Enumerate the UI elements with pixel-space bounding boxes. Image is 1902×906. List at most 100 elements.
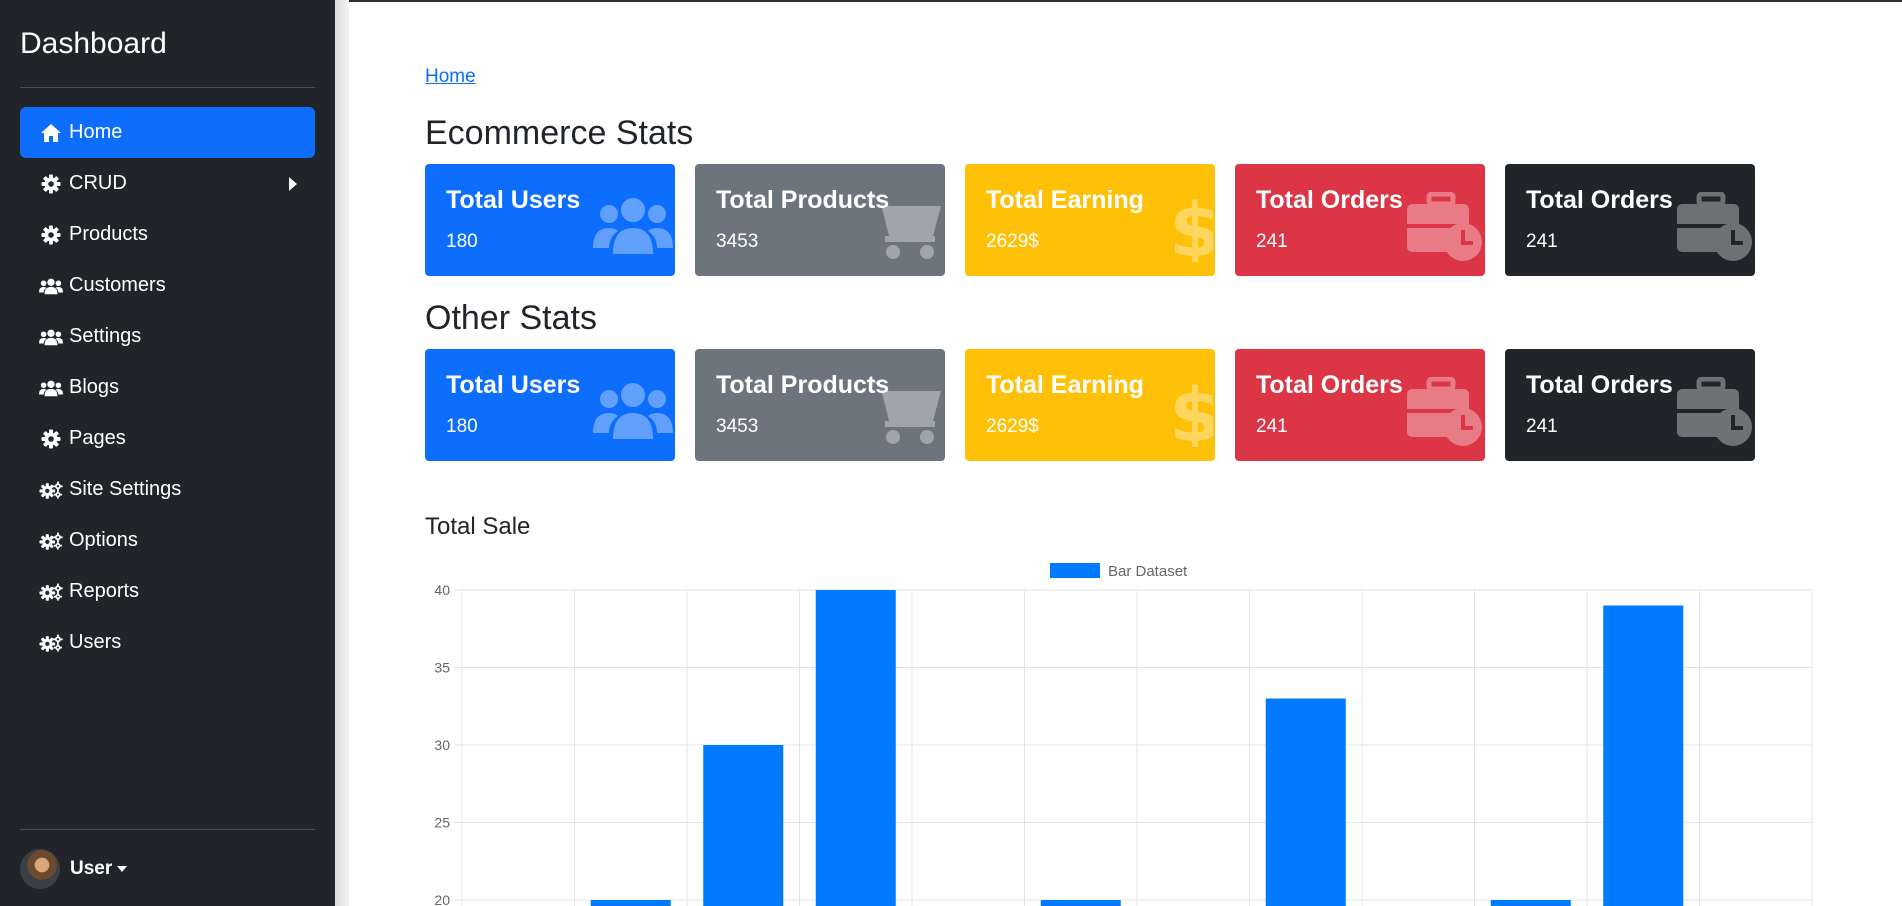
sidebar-item-products[interactable]: Products bbox=[20, 209, 315, 260]
caret-right-icon bbox=[289, 177, 297, 191]
home-icon bbox=[39, 122, 63, 144]
stat-card-total-earning[interactable]: $ Total Earning 2629$ bbox=[965, 349, 1215, 461]
sidebar-item-crud[interactable]: CRUD bbox=[20, 158, 315, 209]
bar bbox=[1040, 900, 1121, 906]
other-stats-title: Other Stats bbox=[425, 299, 597, 337]
sidebar-item-label: Users bbox=[69, 631, 122, 653]
stat-card-total-users[interactable]: Total Users 180 bbox=[425, 164, 675, 276]
users-icon bbox=[593, 192, 673, 262]
sidebar-item-label: Customers bbox=[69, 274, 166, 296]
sidebar-item-label: CRUD bbox=[69, 172, 127, 194]
sidebar-item-home[interactable]: Home bbox=[20, 107, 315, 158]
stat-card-title: Total Orders bbox=[1256, 186, 1403, 214]
y-tick-label: 35 bbox=[434, 660, 450, 676]
stat-card-value: 241 bbox=[1256, 416, 1288, 437]
gears-icon bbox=[39, 632, 63, 654]
sidebar-item-customers[interactable]: Customers bbox=[20, 260, 315, 311]
sidebar-scrollbar[interactable] bbox=[335, 0, 349, 906]
sidebar-item-label: Pages bbox=[69, 427, 126, 449]
gear-icon bbox=[39, 428, 63, 450]
sidebar-item-label: Settings bbox=[69, 325, 142, 347]
dollar-icon: $ bbox=[1133, 188, 1215, 274]
stat-card-title: Total Users bbox=[446, 186, 581, 214]
user-menu[interactable]: User bbox=[20, 849, 128, 889]
stat-card-title: Total Orders bbox=[1526, 371, 1673, 399]
svg-text:$: $ bbox=[1169, 377, 1213, 447]
stat-card-total-products[interactable]: Total Products 3453 bbox=[695, 349, 945, 461]
bar bbox=[1490, 900, 1571, 906]
bar bbox=[703, 745, 784, 906]
users-icon bbox=[39, 275, 63, 297]
y-tick-label: 30 bbox=[434, 737, 450, 753]
stat-card-title: Total Earning bbox=[986, 371, 1144, 399]
stat-card-total-users[interactable]: Total Users 180 bbox=[425, 349, 675, 461]
user-name: User bbox=[70, 858, 113, 879]
stat-card-total-orders[interactable]: Total Orders 241 bbox=[1235, 164, 1485, 276]
stat-card-value: 241 bbox=[1256, 231, 1288, 252]
bar bbox=[1603, 605, 1684, 906]
sidebar-item-users[interactable]: Users bbox=[20, 617, 315, 668]
y-tick-label: 25 bbox=[434, 815, 450, 831]
sidebar-title: Dashboard bbox=[20, 27, 167, 60]
gears-icon bbox=[39, 479, 63, 501]
bar bbox=[1265, 698, 1346, 906]
gear-icon bbox=[39, 173, 63, 195]
users-icon bbox=[39, 377, 63, 399]
briefcase-clock-icon bbox=[1403, 191, 1483, 262]
total-sale-chart: 40 35 30 25 20 Bar Dataset bbox=[434, 563, 1813, 906]
sidebar: Dashboard Home CRUD Products Customers Setti… bbox=[0, 0, 335, 906]
gears-icon bbox=[39, 581, 63, 603]
sidebar-item-label: Options bbox=[69, 529, 138, 551]
stat-card-total-orders[interactable]: Total Orders 241 bbox=[1505, 164, 1755, 276]
sidebar-divider-top bbox=[20, 87, 315, 88]
svg-text:$: $ bbox=[1169, 192, 1213, 262]
sidebar-nav: Home CRUD Products Customers Settings Blogs Pa… bbox=[20, 107, 315, 668]
stat-card-value: 180 bbox=[446, 231, 478, 252]
stat-card-total-orders[interactable]: Total Orders 241 bbox=[1505, 349, 1755, 461]
stat-card-total-products[interactable]: Total Products 3453 bbox=[695, 164, 945, 276]
legend-swatch bbox=[1050, 563, 1100, 578]
total-sale-title: Total Sale bbox=[425, 513, 531, 540]
sidebar-item-label: Blogs bbox=[69, 376, 120, 398]
stat-card-value: 2629$ bbox=[986, 416, 1039, 437]
stat-card-title: Total Orders bbox=[1256, 371, 1403, 399]
sidebar-item-label: Products bbox=[69, 223, 148, 245]
briefcase-clock-icon bbox=[1403, 376, 1483, 447]
ecommerce-cards: Total Users 180 Total Products 3453 $ Total E… bbox=[425, 164, 1775, 276]
bar bbox=[815, 590, 896, 906]
other-cards: Total Users 180 Total Products 3453 $ Total E… bbox=[425, 349, 1775, 461]
users-icon bbox=[39, 326, 63, 348]
stat-card-value: 241 bbox=[1526, 231, 1558, 252]
stat-card-total-orders[interactable]: Total Orders 241 bbox=[1235, 349, 1485, 461]
sidebar-item-label: Reports bbox=[69, 580, 140, 602]
briefcase-clock-icon bbox=[1673, 376, 1753, 447]
caret-down-icon bbox=[117, 866, 128, 872]
sidebar-item-label: Home bbox=[69, 121, 123, 143]
bar bbox=[590, 900, 671, 906]
stat-card-title: Total Earning bbox=[986, 186, 1144, 214]
sidebar-item-blogs[interactable]: Blogs bbox=[20, 362, 315, 413]
stat-card-title: Total Orders bbox=[1526, 186, 1673, 214]
breadcrumb-home[interactable]: Home bbox=[425, 66, 476, 88]
stat-card-value: 180 bbox=[446, 416, 478, 437]
sidebar-item-settings[interactable]: Settings bbox=[20, 311, 315, 362]
sidebar-item-options[interactable]: Options bbox=[20, 515, 315, 566]
briefcase-clock-icon bbox=[1673, 191, 1753, 262]
stat-card-title: Total Products bbox=[716, 186, 890, 214]
gear-icon bbox=[39, 224, 63, 246]
sidebar-item-site-settings[interactable]: Site Settings bbox=[20, 464, 315, 515]
stat-card-title: Total Products bbox=[716, 371, 890, 399]
legend-label: Bar Dataset bbox=[1108, 563, 1188, 580]
stat-card-title: Total Users bbox=[446, 371, 581, 399]
y-tick-label: 20 bbox=[434, 892, 450, 906]
stat-card-value: 2629$ bbox=[986, 231, 1039, 252]
sidebar-divider-bottom bbox=[20, 829, 315, 830]
dollar-icon: $ bbox=[1133, 373, 1215, 459]
sidebar-item-reports[interactable]: Reports bbox=[20, 566, 315, 617]
users-icon bbox=[593, 377, 673, 447]
sidebar-item-label: Site Settings bbox=[69, 478, 182, 500]
stat-card-value: 241 bbox=[1526, 416, 1558, 437]
ecommerce-stats-title: Ecommerce Stats bbox=[425, 114, 694, 152]
stat-card-total-earning[interactable]: $ Total Earning 2629$ bbox=[965, 164, 1215, 276]
sidebar-item-pages[interactable]: Pages bbox=[20, 413, 315, 464]
